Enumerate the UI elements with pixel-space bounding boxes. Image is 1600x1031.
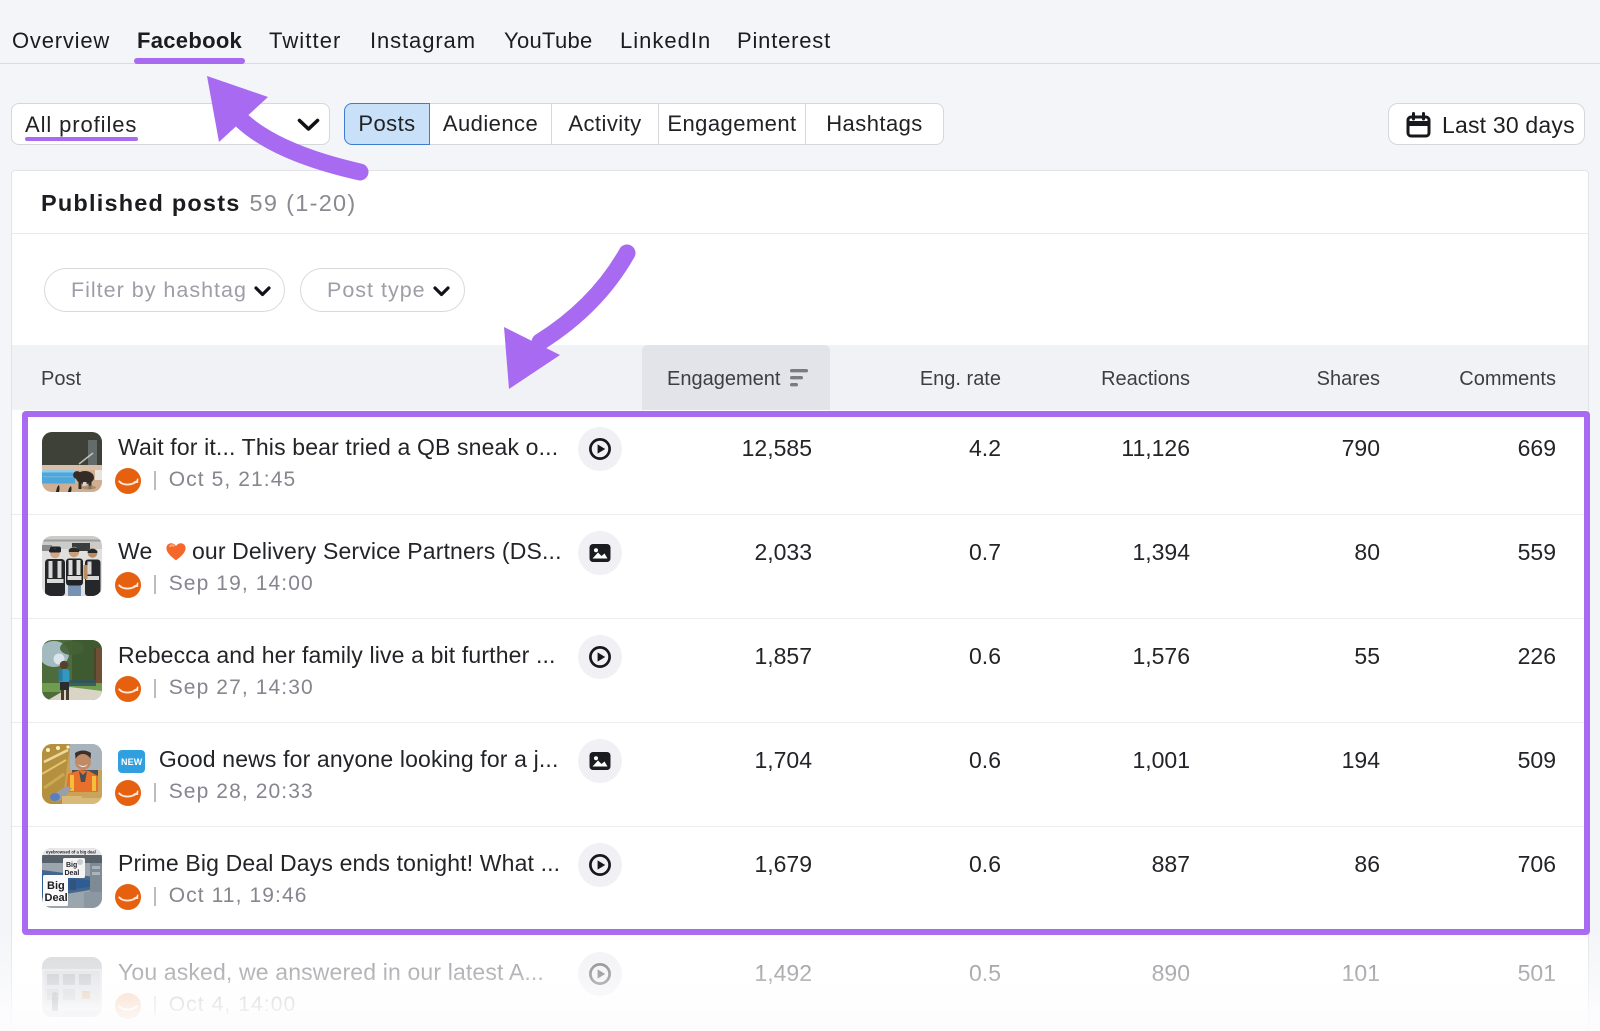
svg-text:Deal: Deal	[45, 892, 68, 904]
svg-text:Big: Big	[66, 862, 77, 869]
svg-text:Big: Big	[47, 880, 65, 892]
svg-text:eyebrowsed of a big deal: eyebrowsed of a big deal	[46, 850, 96, 855]
